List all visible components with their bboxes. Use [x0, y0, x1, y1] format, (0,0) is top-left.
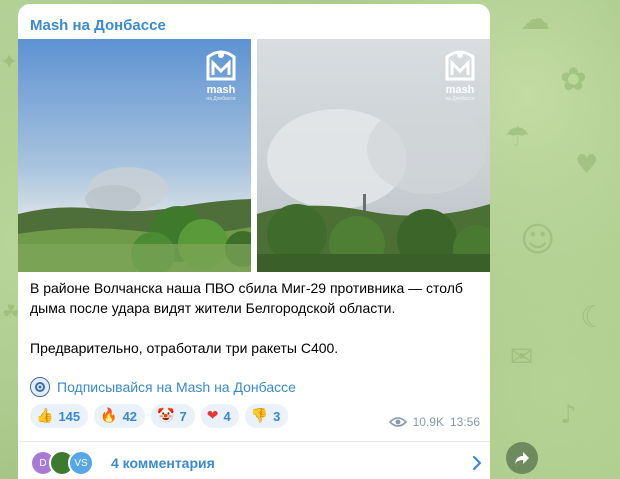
reaction-fire[interactable]: 🔥 42: [94, 404, 146, 428]
clown-icon: 🤡: [157, 408, 175, 424]
channel-title[interactable]: Mash на Донбассе: [30, 17, 166, 34]
reaction-thumbs-up[interactable]: 👍 145: [30, 404, 89, 428]
chevron-right-icon: [472, 455, 482, 471]
reaction-count: 7: [179, 408, 187, 424]
doodle-icon: ♪: [560, 400, 577, 430]
doodle-icon: ✦: [0, 50, 19, 75]
reaction-count: 42: [122, 408, 138, 424]
comments-button[interactable]: D VS 4 комментария: [30, 448, 482, 478]
comments-label[interactable]: 4 комментария: [111, 455, 215, 471]
reaction-heart[interactable]: ❤ 4: [200, 404, 239, 428]
channel-icon: [30, 377, 50, 397]
commenter-avatars: D VS: [30, 450, 94, 476]
doodle-icon: ☾: [580, 300, 607, 335]
watermark-sub: на Донбассе: [206, 96, 236, 102]
heart-icon: ❤: [206, 408, 219, 424]
photo-2[interactable]: mash на Донбассе: [257, 39, 490, 272]
message-caption: В районе Волчанска наша ПВО сбила Миг-29…: [30, 278, 480, 358]
reactions-bar: 👍 145 🔥 42 🤡 7 ❤ 4 👎 3: [30, 404, 289, 428]
doodle-icon: ☂: [505, 120, 531, 153]
views-count: 10.9K: [412, 415, 444, 429]
watermark: mash на Донбассе: [442, 49, 478, 102]
subscribe-link[interactable]: Подписывайся на Mash на Донбассе: [30, 377, 296, 397]
doodle-icon: ♥: [575, 150, 599, 180]
mash-logo-icon: [445, 50, 475, 81]
message-bubble: Mash на Донбассе mash на Донбассе mash н…: [18, 4, 490, 479]
doodle-icon: ✉: [510, 340, 534, 373]
watermark-text: mash: [445, 84, 475, 96]
reaction-thumbs-down[interactable]: 👎 3: [244, 404, 289, 428]
watermark: mash на Донбассе: [203, 49, 239, 102]
avatar: VS: [68, 450, 94, 476]
fire-icon: 🔥: [100, 408, 118, 424]
reaction-count: 4: [223, 408, 231, 424]
caption-paragraph: Предварительно, отработали три ракеты С4…: [30, 340, 339, 356]
reaction-count: 145: [58, 408, 81, 424]
eye-icon: [388, 417, 407, 427]
watermark-sub: на Донбассе: [445, 96, 475, 102]
caption-paragraph: В районе Волчанска наша ПВО сбила Миг-29…: [30, 280, 463, 316]
message-time: 13:56: [449, 415, 480, 429]
reaction-clown[interactable]: 🤡 7: [151, 404, 195, 428]
reaction-count: 3: [273, 408, 281, 424]
message-meta: 10.9K 13:56: [388, 415, 480, 429]
doodle-icon: ✿: [560, 60, 587, 98]
doodle-icon: ☁: [520, 2, 550, 37]
photo-1[interactable]: mash на Донбассе: [18, 39, 251, 272]
forward-button[interactable]: [506, 442, 538, 474]
share-arrow-icon: [515, 452, 529, 464]
thumbs-up-icon: 👍: [36, 408, 54, 424]
thumbs-down-icon: 👎: [250, 408, 269, 424]
divider: [18, 441, 490, 442]
subscribe-label[interactable]: Подписывайся на Mash на Донбассе: [57, 379, 296, 395]
doodle-icon: ☺: [520, 220, 556, 260]
watermark-text: mash: [206, 84, 236, 96]
mash-logo-icon: [206, 50, 236, 81]
